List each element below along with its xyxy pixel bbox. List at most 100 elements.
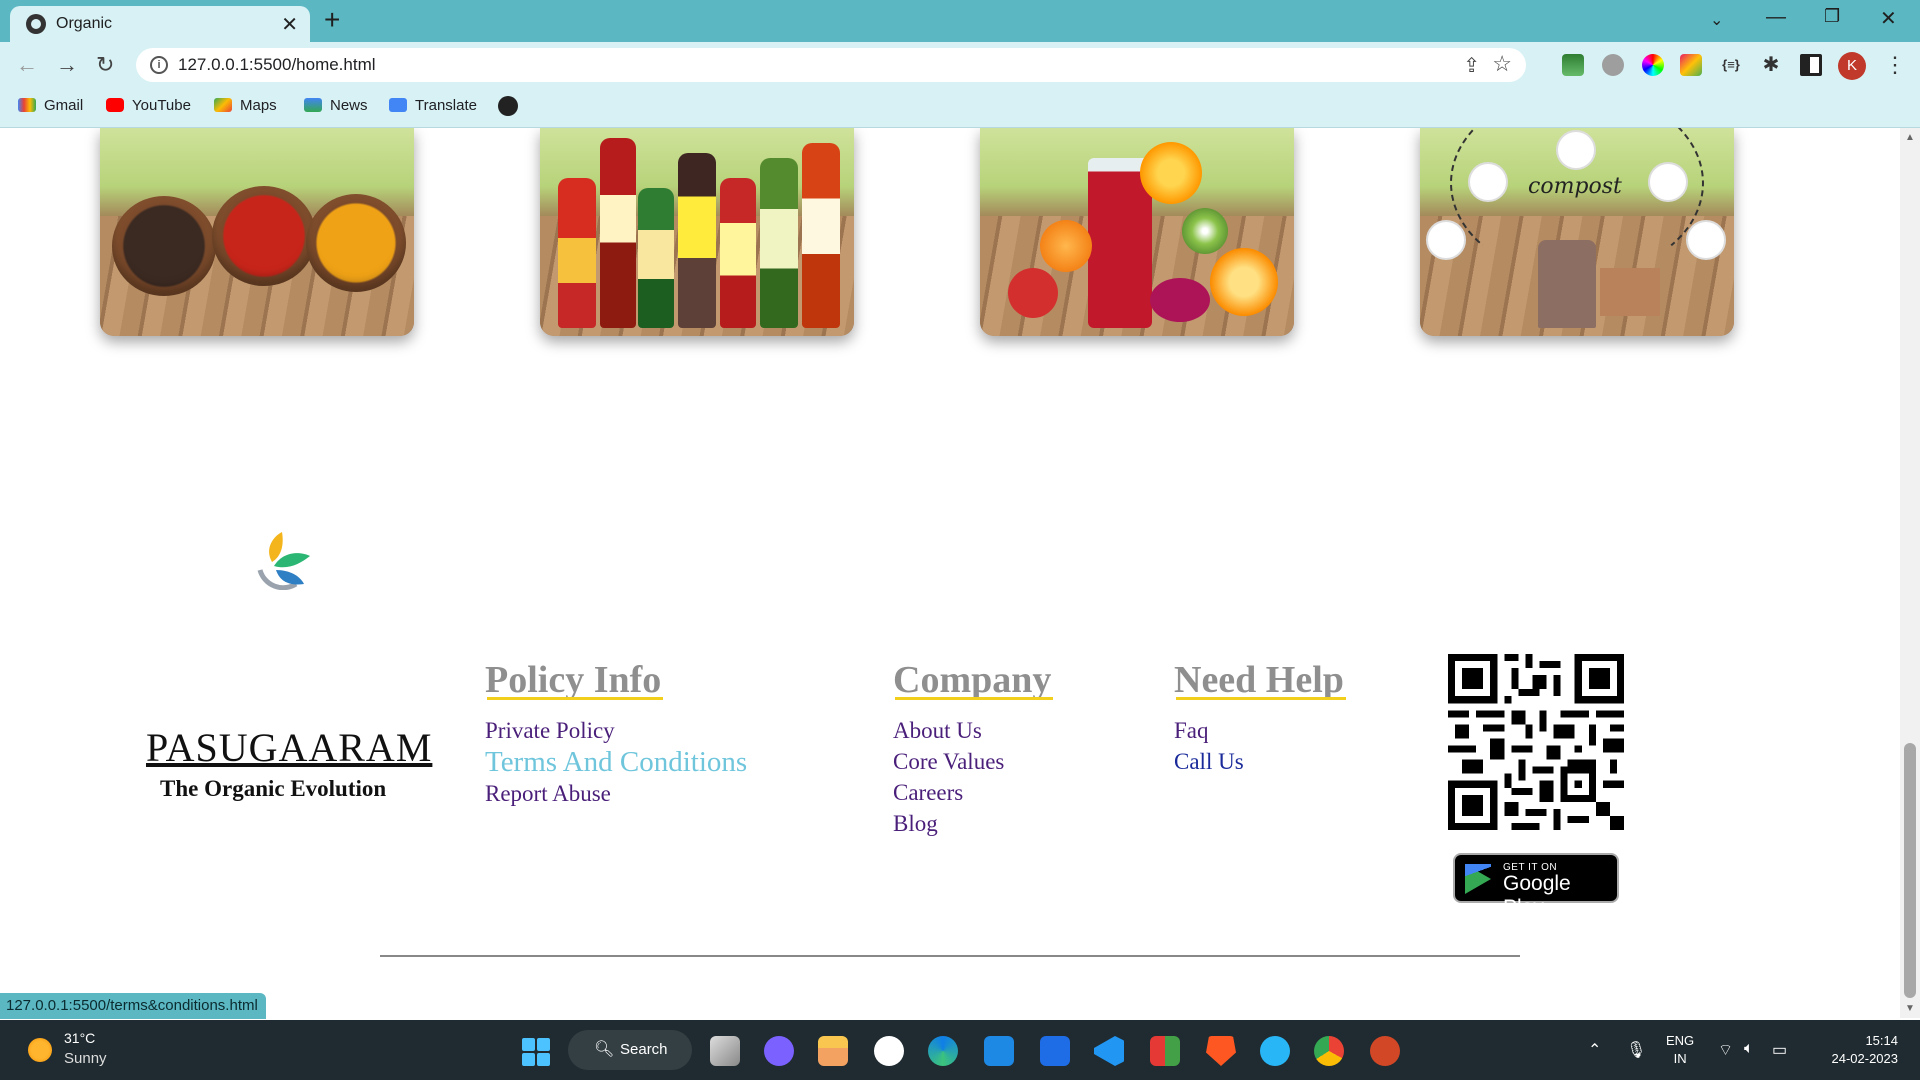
file-explorer-icon[interactable] bbox=[818, 1036, 848, 1066]
language-indicator[interactable]: ENG IN bbox=[1666, 1032, 1694, 1068]
bookmark-youtube[interactable]: YouTube bbox=[106, 97, 191, 114]
extension-tree-icon[interactable] bbox=[1562, 54, 1584, 76]
language-code: ENG bbox=[1666, 1033, 1695, 1048]
page-scrollbar[interactable]: ▲ ▼ bbox=[1900, 128, 1920, 1018]
system-clock[interactable]: 15:14 24-02-2023 bbox=[1818, 1032, 1899, 1068]
clock-date: 24-02-2023 bbox=[1831, 1051, 1899, 1066]
store-icon[interactable] bbox=[1150, 1036, 1180, 1066]
weather-condition[interactable]: Sunny bbox=[64, 1050, 107, 1067]
careers-link[interactable]: Careers bbox=[893, 780, 963, 806]
maps-icon bbox=[214, 98, 232, 112]
profile-avatar[interactable]: K bbox=[1838, 52, 1866, 80]
reload-icon[interactable]: ↻ bbox=[96, 52, 114, 78]
dropbox-icon[interactable] bbox=[1040, 1036, 1070, 1066]
powerpoint-icon[interactable] bbox=[1370, 1036, 1400, 1066]
mail-icon[interactable] bbox=[984, 1036, 1014, 1066]
forward-icon[interactable]: → bbox=[56, 52, 78, 78]
blog-link[interactable]: Blog bbox=[893, 811, 938, 837]
scroll-down-icon[interactable]: ▼ bbox=[1905, 1003, 1915, 1014]
taskbar-search[interactable]: 🔍︎ Search bbox=[568, 1030, 692, 1070]
bookmark-maps[interactable]: Maps bbox=[214, 97, 277, 114]
bookmark-label: Translate bbox=[415, 97, 477, 114]
faq-link[interactable]: Faq bbox=[1174, 718, 1209, 744]
task-view-icon[interactable] bbox=[710, 1036, 740, 1066]
chili-bowl bbox=[212, 186, 316, 286]
bookmark-label: Gmail bbox=[44, 97, 84, 114]
bookmarks-bar: Gmail YouTube Maps News Translate bbox=[0, 88, 1920, 128]
extension-bug-icon[interactable] bbox=[1602, 54, 1624, 76]
battery-icon[interactable]: ▭ bbox=[1772, 1040, 1787, 1060]
tab-strip: Organic ✕ + ⌄ — ❐ ✕ bbox=[0, 0, 1920, 42]
side-panel-icon[interactable] bbox=[1800, 54, 1822, 76]
company-title: Company bbox=[893, 659, 1054, 701]
bookmark-translate[interactable]: Translate bbox=[389, 97, 477, 114]
edge-icon[interactable] bbox=[928, 1036, 958, 1066]
news-icon bbox=[304, 98, 322, 112]
about-us-link[interactable]: About Us bbox=[893, 718, 982, 744]
menu-kebab-icon[interactable]: ⋮ bbox=[1884, 52, 1906, 78]
sauce-bottle bbox=[600, 138, 636, 328]
browser-tab[interactable]: Organic ✕ bbox=[10, 6, 310, 42]
restore-button[interactable]: ❐ bbox=[1824, 6, 1840, 27]
jar-icon bbox=[1468, 162, 1508, 202]
scroll-up-icon[interactable]: ▲ bbox=[1905, 132, 1915, 143]
product-card-juices[interactable] bbox=[980, 128, 1294, 336]
brave-icon[interactable] bbox=[1206, 1036, 1236, 1066]
show-hidden-icons[interactable]: ⌃ bbox=[1588, 1040, 1601, 1060]
address-bar[interactable]: i 127.0.0.1:5500/home.html ⇪ ☆ bbox=[136, 48, 1526, 82]
share-icon[interactable]: ⇪ bbox=[1463, 53, 1480, 78]
gmail-icon bbox=[18, 98, 36, 112]
report-abuse-link[interactable]: Report Abuse bbox=[485, 781, 611, 807]
back-icon[interactable]: ← bbox=[16, 52, 38, 78]
orange-slice bbox=[1210, 248, 1278, 316]
link-status-bubble: 127.0.0.1:5500/terms&conditions.html bbox=[0, 993, 266, 1019]
product-card-sauces[interactable] bbox=[540, 128, 854, 336]
footer-brand-name[interactable]: PASUGAARAM bbox=[146, 724, 432, 771]
private-policy-link[interactable]: Private Policy bbox=[485, 718, 615, 744]
bookmark-star-icon[interactable]: ☆ bbox=[1492, 51, 1512, 77]
close-window-button[interactable]: ✕ bbox=[1880, 6, 1897, 31]
github-icon[interactable] bbox=[874, 1036, 904, 1066]
microphone-icon[interactable]: 🎙︎ bbox=[1626, 1040, 1646, 1060]
translate-icon bbox=[389, 98, 407, 112]
chrome-icon[interactable] bbox=[1314, 1036, 1344, 1066]
apricot bbox=[1040, 220, 1092, 272]
bookmark-news[interactable]: News bbox=[304, 97, 368, 114]
call-us-link[interactable]: Call Us bbox=[1174, 749, 1244, 775]
google-play-text: Google Play bbox=[1503, 872, 1571, 919]
vscode-icon[interactable] bbox=[1094, 1036, 1124, 1066]
extension-grid-icon[interactable] bbox=[1680, 54, 1702, 76]
bookmark-label: News bbox=[330, 97, 368, 114]
weather-temperature[interactable]: 31°C bbox=[64, 1030, 95, 1046]
bookmark-globe-icon[interactable] bbox=[498, 96, 518, 116]
product-card-compost[interactable]: compost bbox=[1420, 128, 1734, 336]
extension-json-icon[interactable]: {≡} bbox=[1720, 54, 1742, 76]
site-info-icon[interactable]: i bbox=[150, 56, 168, 74]
tab-search-icon[interactable]: ⌄ bbox=[1710, 10, 1723, 30]
new-tab-button[interactable]: + bbox=[324, 6, 340, 34]
bookmark-gmail[interactable]: Gmail bbox=[18, 97, 83, 114]
extension-color-icon[interactable] bbox=[1642, 54, 1664, 76]
tab-title: Organic bbox=[56, 15, 113, 32]
need-help-title: Need Help bbox=[1174, 659, 1346, 701]
product-card-spices[interactable] bbox=[100, 128, 414, 336]
sauce-bottle bbox=[760, 158, 798, 328]
cow-icon bbox=[1426, 220, 1466, 260]
youtube-icon bbox=[106, 98, 124, 112]
core-values-link[interactable]: Core Values bbox=[893, 749, 1004, 775]
windows-start-icon[interactable] bbox=[522, 1038, 550, 1066]
scrollbar-thumb[interactable] bbox=[1904, 743, 1916, 998]
volume-icon[interactable]: 🔈︎ bbox=[1744, 1040, 1754, 1058]
terms-conditions-link[interactable]: Terms And Conditions bbox=[485, 746, 747, 779]
orange-slice bbox=[1140, 142, 1202, 204]
dolphin-icon[interactable] bbox=[1260, 1036, 1290, 1066]
extensions-puzzle-icon[interactable]: ✱ bbox=[1760, 54, 1782, 76]
chat-icon[interactable] bbox=[764, 1036, 794, 1066]
minimize-button[interactable]: — bbox=[1766, 6, 1786, 29]
wifi-icon[interactable]: ⌔ bbox=[1718, 1040, 1733, 1060]
google-play-badge[interactable]: GET IT ON Google Play bbox=[1453, 853, 1619, 919]
windows-taskbar: 31°C Sunny 🔍︎ Search ⌃ 🎙︎ ENG IN ⌔ 🔈︎ ▭ … bbox=[0, 1020, 1920, 1080]
close-tab-icon[interactable]: ✕ bbox=[281, 12, 298, 37]
compost-sack bbox=[1538, 240, 1596, 328]
sun-icon[interactable] bbox=[28, 1038, 52, 1062]
